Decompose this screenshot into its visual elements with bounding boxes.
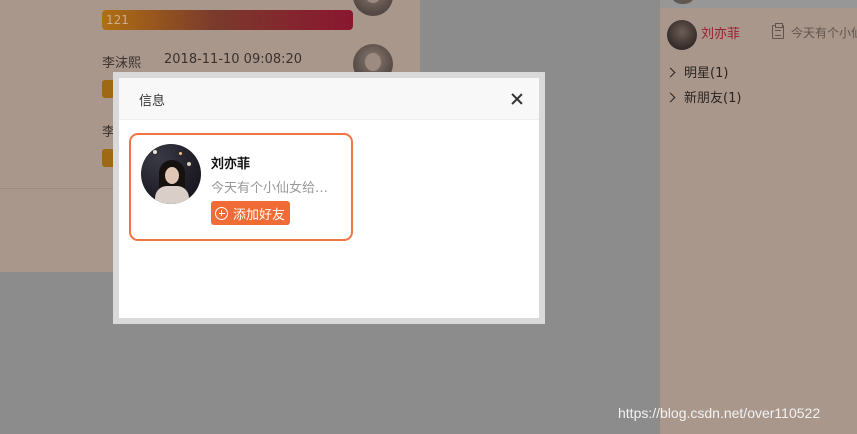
friend-item[interactable]: 刘亦菲 今天有个小仙 <box>667 20 857 52</box>
user-card: 刘亦菲 今天有个小仙女给我送了个礼物 添加好友 <box>129 133 353 241</box>
friend-signature: 今天有个小仙 <box>791 26 857 40</box>
add-friend-button[interactable]: 添加好友 <box>211 201 291 225</box>
message-time: 2018-11-10 09:08:20 <box>164 52 303 67</box>
progress-bar: 121 <box>102 10 353 30</box>
user-signature: 今天有个小仙女给我送了个礼物 <box>211 181 339 196</box>
clipboard-icon <box>772 23 784 39</box>
group-stars[interactable]: 明星(1) <box>665 62 729 81</box>
plus-circle-icon <box>215 206 228 220</box>
user-name: 刘亦菲 <box>211 157 251 172</box>
message-sender: 李沫熙 <box>102 56 142 71</box>
watermark: https://blog.csdn.net/over110522 <box>618 405 821 421</box>
info-dialog: 信息 刘亦菲 今天有个小仙女给我送了个礼物 添加好友 <box>113 72 545 324</box>
friend-name: 刘亦菲 <box>701 27 741 42</box>
avatar <box>141 144 201 204</box>
avatar <box>670 0 696 4</box>
chevron-right-icon <box>665 67 676 78</box>
group-new-friends[interactable]: 新朋友(1) <box>665 87 742 106</box>
dialog-body: 信息 刘亦菲 今天有个小仙女给我送了个礼物 添加好友 <box>119 78 539 318</box>
close-icon[interactable] <box>509 91 525 107</box>
group-label: 新朋友(1) <box>684 91 742 106</box>
avatar <box>353 0 393 16</box>
progress-value: 121 <box>106 13 129 27</box>
dialog-header: 信息 <box>119 78 539 120</box>
group-label: 明星(1) <box>684 66 729 81</box>
avatar <box>667 20 697 50</box>
dialog-title: 信息 <box>139 94 166 109</box>
chevron-right-icon <box>665 92 676 103</box>
friend-list-panel: 刘亦菲 今天有个小仙 明星(1) 新朋友(1) <box>659 0 857 434</box>
top-strip <box>660 0 857 8</box>
add-friend-label: 添加好友 <box>233 207 286 223</box>
